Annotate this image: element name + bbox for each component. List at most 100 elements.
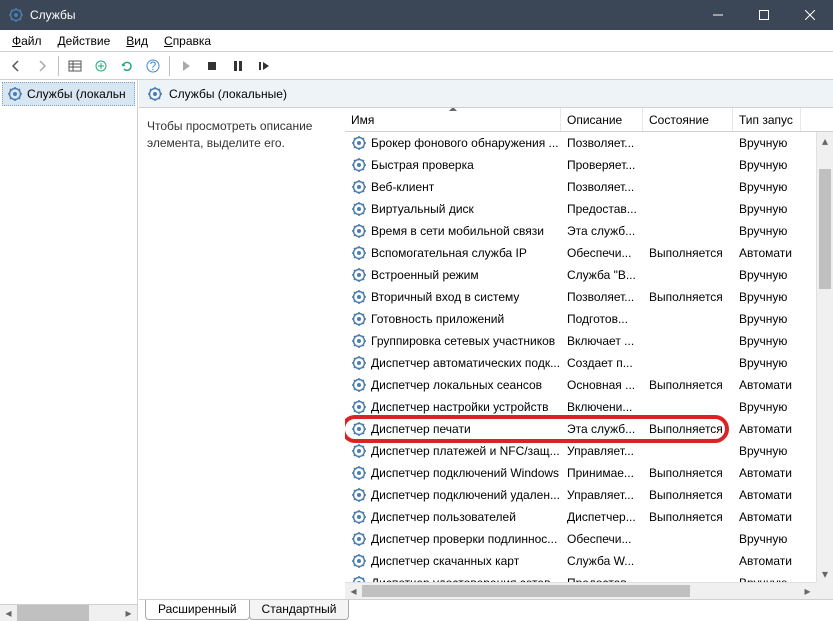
- app-gear-icon: [8, 7, 24, 23]
- service-name: Время в сети мобильной связи: [371, 224, 544, 238]
- service-name: Быстрая проверка: [371, 158, 474, 172]
- start-button[interactable]: [174, 54, 198, 78]
- gear-icon: [351, 179, 367, 195]
- table-row[interactable]: Быстрая проверкаПроверяет...Вручную: [345, 154, 833, 176]
- service-desc: Предостав...: [561, 202, 643, 216]
- table-row[interactable]: Веб-клиентПозволяет...Вручную: [345, 176, 833, 198]
- column-description[interactable]: Описание: [561, 108, 643, 131]
- service-desc: Включает ...: [561, 334, 643, 348]
- stop-button[interactable]: [200, 54, 224, 78]
- service-start: Вручную: [733, 444, 801, 458]
- table-row[interactable]: Диспетчер подключений удален...Управляет…: [345, 484, 833, 506]
- maximize-button[interactable]: [741, 0, 787, 30]
- gear-icon: [351, 311, 367, 327]
- service-name: Диспетчер печати: [371, 422, 471, 436]
- menu-help[interactable]: Справка: [156, 32, 219, 50]
- tree-hscrollbar[interactable]: ◂▸: [0, 604, 137, 621]
- service-start: Вручную: [733, 400, 801, 414]
- service-start: Автомати: [733, 554, 801, 568]
- gear-icon: [351, 135, 367, 151]
- back-button[interactable]: [4, 54, 28, 78]
- gear-icon: [351, 465, 367, 481]
- service-start: Вручную: [733, 268, 801, 282]
- menubar: Файл Действие Вид Справка: [0, 30, 833, 52]
- minimize-button[interactable]: [695, 0, 741, 30]
- services-table: Имя Описание Состояние Тип запус Брокер …: [345, 108, 833, 599]
- service-name: Виртуальный диск: [371, 202, 474, 216]
- service-state: Выполняется: [643, 246, 733, 260]
- column-startup[interactable]: Тип запус: [733, 108, 801, 131]
- panel-header: Службы (локальные): [139, 80, 833, 108]
- close-button[interactable]: [787, 0, 833, 30]
- svg-text:?: ?: [150, 59, 157, 73]
- gear-icon: [351, 487, 367, 503]
- menu-action[interactable]: Действие: [50, 32, 119, 50]
- table-row[interactable]: Время в сети мобильной связи Эта служб...…: [345, 220, 833, 242]
- export-button[interactable]: [89, 54, 113, 78]
- table-row[interactable]: Диспетчер автоматических подк...Создает …: [345, 352, 833, 374]
- menu-view[interactable]: Вид: [118, 32, 156, 50]
- service-start: Вручную: [733, 356, 801, 370]
- service-state: Выполняется: [643, 488, 733, 502]
- service-start: Автомати: [733, 488, 801, 502]
- tab-extended[interactable]: Расширенный: [145, 600, 250, 620]
- forward-button[interactable]: [30, 54, 54, 78]
- details-hint: Чтобы просмотреть описание элемента, выд…: [147, 118, 337, 152]
- service-state: Выполняется: [643, 290, 733, 304]
- table-row[interactable]: Диспетчер проверки подлиннос...Обеспечи.…: [345, 528, 833, 550]
- help-button[interactable]: ?: [141, 54, 165, 78]
- service-desc: Служба W...: [561, 554, 643, 568]
- service-name: Диспетчер подключений удален...: [371, 488, 560, 502]
- table-row[interactable]: Вторичный вход в системуПозволяет...Выпо…: [345, 286, 833, 308]
- bottom-tabs: Расширенный Стандартный: [139, 599, 833, 621]
- service-desc: Управляет...: [561, 488, 643, 502]
- pause-button[interactable]: [226, 54, 250, 78]
- gear-icon: [351, 421, 367, 437]
- service-desc: Эта служб...: [561, 224, 643, 238]
- menu-file[interactable]: Файл: [4, 32, 50, 50]
- column-state[interactable]: Состояние: [643, 108, 733, 131]
- restart-button[interactable]: [252, 54, 276, 78]
- service-desc: Диспетчер...: [561, 510, 643, 524]
- panel-title: Службы (локальные): [169, 87, 287, 101]
- service-name: Диспетчер скачанных карт: [371, 554, 519, 568]
- table-row[interactable]: Вспомогательная служба IPОбеспечи...Выпо…: [345, 242, 833, 264]
- service-start: Автомати: [733, 246, 801, 260]
- service-start: Вручную: [733, 532, 801, 546]
- service-start: Автомати: [733, 510, 801, 524]
- column-name[interactable]: Имя: [345, 108, 561, 131]
- table-row[interactable]: Виртуальный дискПредостав...Вручную: [345, 198, 833, 220]
- table-row[interactable]: Диспетчер локальных сеансовОсновная ...В…: [345, 374, 833, 396]
- table-row[interactable]: Встроенный режимСлужба "В...Вручную: [345, 264, 833, 286]
- table-row[interactable]: Готовность приложенийПодготов...Вручную: [345, 308, 833, 330]
- tab-standard[interactable]: Стандартный: [249, 600, 350, 620]
- service-name: Диспетчер автоматических подк...: [371, 356, 560, 370]
- show-hide-tree-button[interactable]: [63, 54, 87, 78]
- table-row[interactable]: Группировка сетевых участниковВключает .…: [345, 330, 833, 352]
- service-state: Выполняется: [643, 510, 733, 524]
- service-name: Брокер фонового обнаружения ...: [371, 136, 559, 150]
- gear-icon: [351, 267, 367, 283]
- tree-pane: Службы (локальн ◂▸: [0, 80, 138, 621]
- service-start: Вручную: [733, 290, 801, 304]
- table-row[interactable]: Диспетчер печатиЭта служб...ВыполняетсяА…: [345, 418, 833, 440]
- gear-icon: [351, 553, 367, 569]
- service-desc: Проверяет...: [561, 158, 643, 172]
- details-pane: Чтобы просмотреть описание элемента, выд…: [139, 108, 345, 599]
- table-row[interactable]: Диспетчер пользователей Диспетчер...Выпол…: [345, 506, 833, 528]
- tree-root-label: Службы (локальн: [27, 87, 126, 101]
- gear-icon: [351, 509, 367, 525]
- service-name: Диспетчер платежей и NFC/защ...: [371, 444, 560, 458]
- service-start: Вручную: [733, 136, 801, 150]
- tree-root-services[interactable]: Службы (локальн: [2, 82, 135, 106]
- table-row[interactable]: Брокер фонового обнаружения ...Позволяет…: [345, 132, 833, 154]
- services-vscrollbar[interactable]: ▴▾: [816, 132, 833, 582]
- service-desc: Позволяет...: [561, 180, 643, 194]
- services-hscrollbar[interactable]: ◂▸: [345, 582, 816, 599]
- service-name: Диспетчер пользователей: [371, 510, 516, 524]
- table-row[interactable]: Диспетчер скачанных карт Служба W... Автом…: [345, 550, 833, 572]
- table-row[interactable]: Диспетчер платежей и NFC/защ...Управляет…: [345, 440, 833, 462]
- table-row[interactable]: Диспетчер настройки устройствВключени...…: [345, 396, 833, 418]
- refresh-button[interactable]: [115, 54, 139, 78]
- table-row[interactable]: Диспетчер подключений WindowsПринимае...…: [345, 462, 833, 484]
